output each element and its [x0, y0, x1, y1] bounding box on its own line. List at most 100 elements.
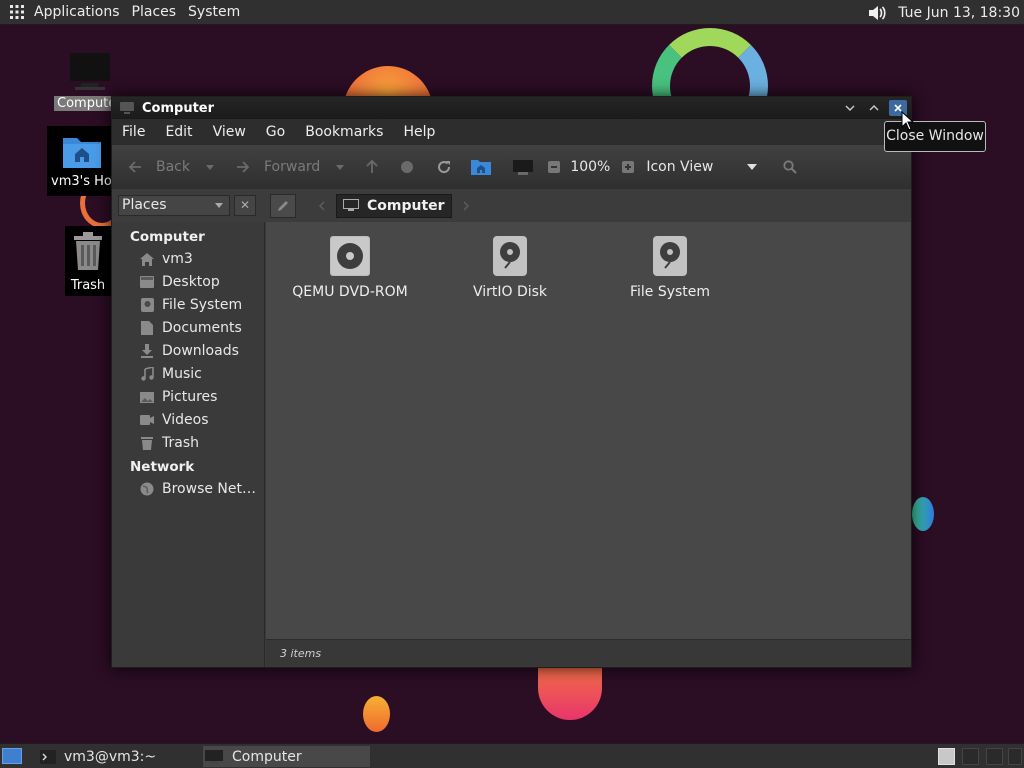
- view-mode-label: Icon View: [646, 159, 714, 175]
- sidebar-item-label: Downloads: [162, 343, 239, 359]
- menu-view[interactable]: View: [203, 124, 256, 140]
- back-button[interactable]: Back: [128, 159, 214, 175]
- sidebar-item-label: Pictures: [162, 389, 218, 405]
- file-item-qemu-dvd-rom[interactable]: QEMU DVD-ROM: [290, 236, 410, 300]
- computer-button[interactable]: [512, 158, 534, 176]
- menu-file[interactable]: File: [112, 124, 155, 140]
- task-computer[interactable]: Computer: [203, 746, 370, 767]
- workspace-3[interactable]: [986, 748, 1003, 765]
- sidebar-item-videos[interactable]: Videos: [140, 410, 209, 430]
- desktop-icon-home[interactable]: vm3's Hor: [47, 126, 117, 196]
- hard-disk-icon: [653, 236, 687, 276]
- chevron-down-icon[interactable]: [336, 164, 345, 170]
- arrow-up-icon: [366, 160, 378, 173]
- workspace-1[interactable]: [938, 748, 955, 765]
- chevron-down-icon: [845, 105, 855, 111]
- menu-bookmarks[interactable]: Bookmarks: [295, 124, 393, 140]
- sidebar-item-file-system[interactable]: File System: [140, 295, 242, 315]
- pathbar: Computer: [266, 189, 911, 222]
- file-item-label: VirtIO Disk: [472, 284, 548, 300]
- search-button[interactable]: [783, 160, 797, 174]
- toolbar: Back Forward 100% Icon View: [112, 145, 911, 189]
- sidebar-item-music[interactable]: Music: [140, 364, 202, 384]
- chevron-down-icon[interactable]: [206, 164, 214, 170]
- stop-button[interactable]: [400, 160, 414, 174]
- edit-location-button[interactable]: [270, 193, 296, 218]
- file-item-virtio-disk[interactable]: VirtIO Disk: [450, 236, 570, 300]
- chevron-left-icon[interactable]: [318, 200, 326, 211]
- clock[interactable]: Tue Jun 13, 18:30: [898, 5, 1020, 21]
- window-titlebar[interactable]: Computer: [112, 97, 911, 119]
- sidebar-item-label: Documents: [162, 320, 242, 336]
- apps-grid-icon[interactable]: [10, 5, 24, 19]
- sidebar-item-vm3[interactable]: vm3: [140, 249, 193, 269]
- sidebar-item-label: Videos: [162, 412, 209, 428]
- sidebar-item-trash[interactable]: Trash: [140, 433, 199, 453]
- workspace-2[interactable]: [962, 748, 979, 765]
- sidebar-heading-computer: Computer: [130, 229, 205, 245]
- zoom-in-icon: [622, 161, 635, 173]
- sidebar-item-documents[interactable]: Documents: [140, 318, 242, 338]
- desktop-icon: [140, 275, 154, 289]
- file-item-label: File System: [629, 284, 711, 300]
- file-item-file-system[interactable]: File System: [610, 236, 730, 300]
- zoom-level: 100%: [570, 159, 611, 175]
- sidebar-heading-network: Network: [130, 459, 195, 475]
- sidebar-selector[interactable]: Places: [118, 195, 230, 216]
- view-mode-select[interactable]: Icon View: [646, 159, 758, 175]
- chevron-up-icon: [869, 105, 879, 111]
- forward-button[interactable]: Forward: [236, 159, 345, 175]
- monitor-icon: [205, 749, 223, 764]
- menu-places[interactable]: Places: [128, 4, 185, 20]
- monitor-icon: [70, 53, 110, 90]
- music-icon: [140, 367, 154, 381]
- reload-button[interactable]: [436, 159, 452, 175]
- zoom-in-button[interactable]: [622, 161, 635, 173]
- mouse-cursor-icon: [901, 111, 914, 131]
- document-icon: [140, 321, 154, 335]
- forward-label: Forward: [264, 159, 321, 175]
- globe-icon: [140, 482, 154, 496]
- home-folder-icon: [63, 138, 101, 168]
- optical-drive-icon: [330, 236, 370, 276]
- pathbar-button-computer[interactable]: Computer: [336, 193, 452, 218]
- video-icon: [140, 413, 154, 427]
- menu-edit[interactable]: Edit: [155, 124, 202, 140]
- zoom-out-button[interactable]: [548, 161, 561, 173]
- sidebar-item-pictures[interactable]: Pictures: [140, 387, 217, 407]
- sidebar-header: Places ✕: [112, 189, 266, 222]
- download-icon: [140, 344, 154, 358]
- menu-help[interactable]: Help: [393, 124, 445, 140]
- sidebar-item-desktop[interactable]: Desktop: [140, 272, 220, 292]
- desktop-icon-label: Trash: [70, 278, 106, 293]
- minimize-button[interactable]: [841, 100, 859, 116]
- home-icon: [140, 252, 154, 266]
- close-sidebar-button[interactable]: ✕: [234, 195, 256, 216]
- menu-go[interactable]: Go: [256, 124, 295, 140]
- desktop-icon-trash[interactable]: Trash: [65, 226, 111, 296]
- desktop-icon-label: Compute: [54, 96, 116, 111]
- computer-icon: [120, 102, 134, 114]
- workspace-4[interactable]: [1008, 748, 1022, 765]
- sidebar-item-downloads[interactable]: Downloads: [140, 341, 239, 361]
- task-label: vm3@vm3:~: [64, 748, 157, 765]
- sidebar-item-browse-network[interactable]: Browse Net…: [140, 479, 256, 499]
- maximize-button[interactable]: [865, 100, 883, 116]
- menu-applications[interactable]: Applications: [30, 4, 128, 20]
- status-bar: 3 items: [266, 639, 911, 667]
- menubar: File Edit View Go Bookmarks Help: [112, 119, 911, 145]
- stop-icon: [401, 161, 414, 173]
- task-terminal[interactable]: vm3@vm3:~: [36, 746, 196, 767]
- volume-icon[interactable]: [868, 5, 886, 21]
- monitor-icon: [513, 160, 534, 175]
- arrow-right-icon: [237, 161, 250, 173]
- show-desktop-button[interactable]: [2, 748, 22, 764]
- monitor-icon: [343, 199, 359, 211]
- up-button[interactable]: [366, 160, 378, 174]
- home-folder-icon: [471, 160, 492, 175]
- zoom-out-icon: [548, 161, 561, 173]
- menu-system[interactable]: System: [184, 4, 248, 20]
- home-button[interactable]: [470, 158, 492, 176]
- back-label: Back: [156, 159, 190, 175]
- chevron-right-icon[interactable]: [462, 200, 470, 211]
